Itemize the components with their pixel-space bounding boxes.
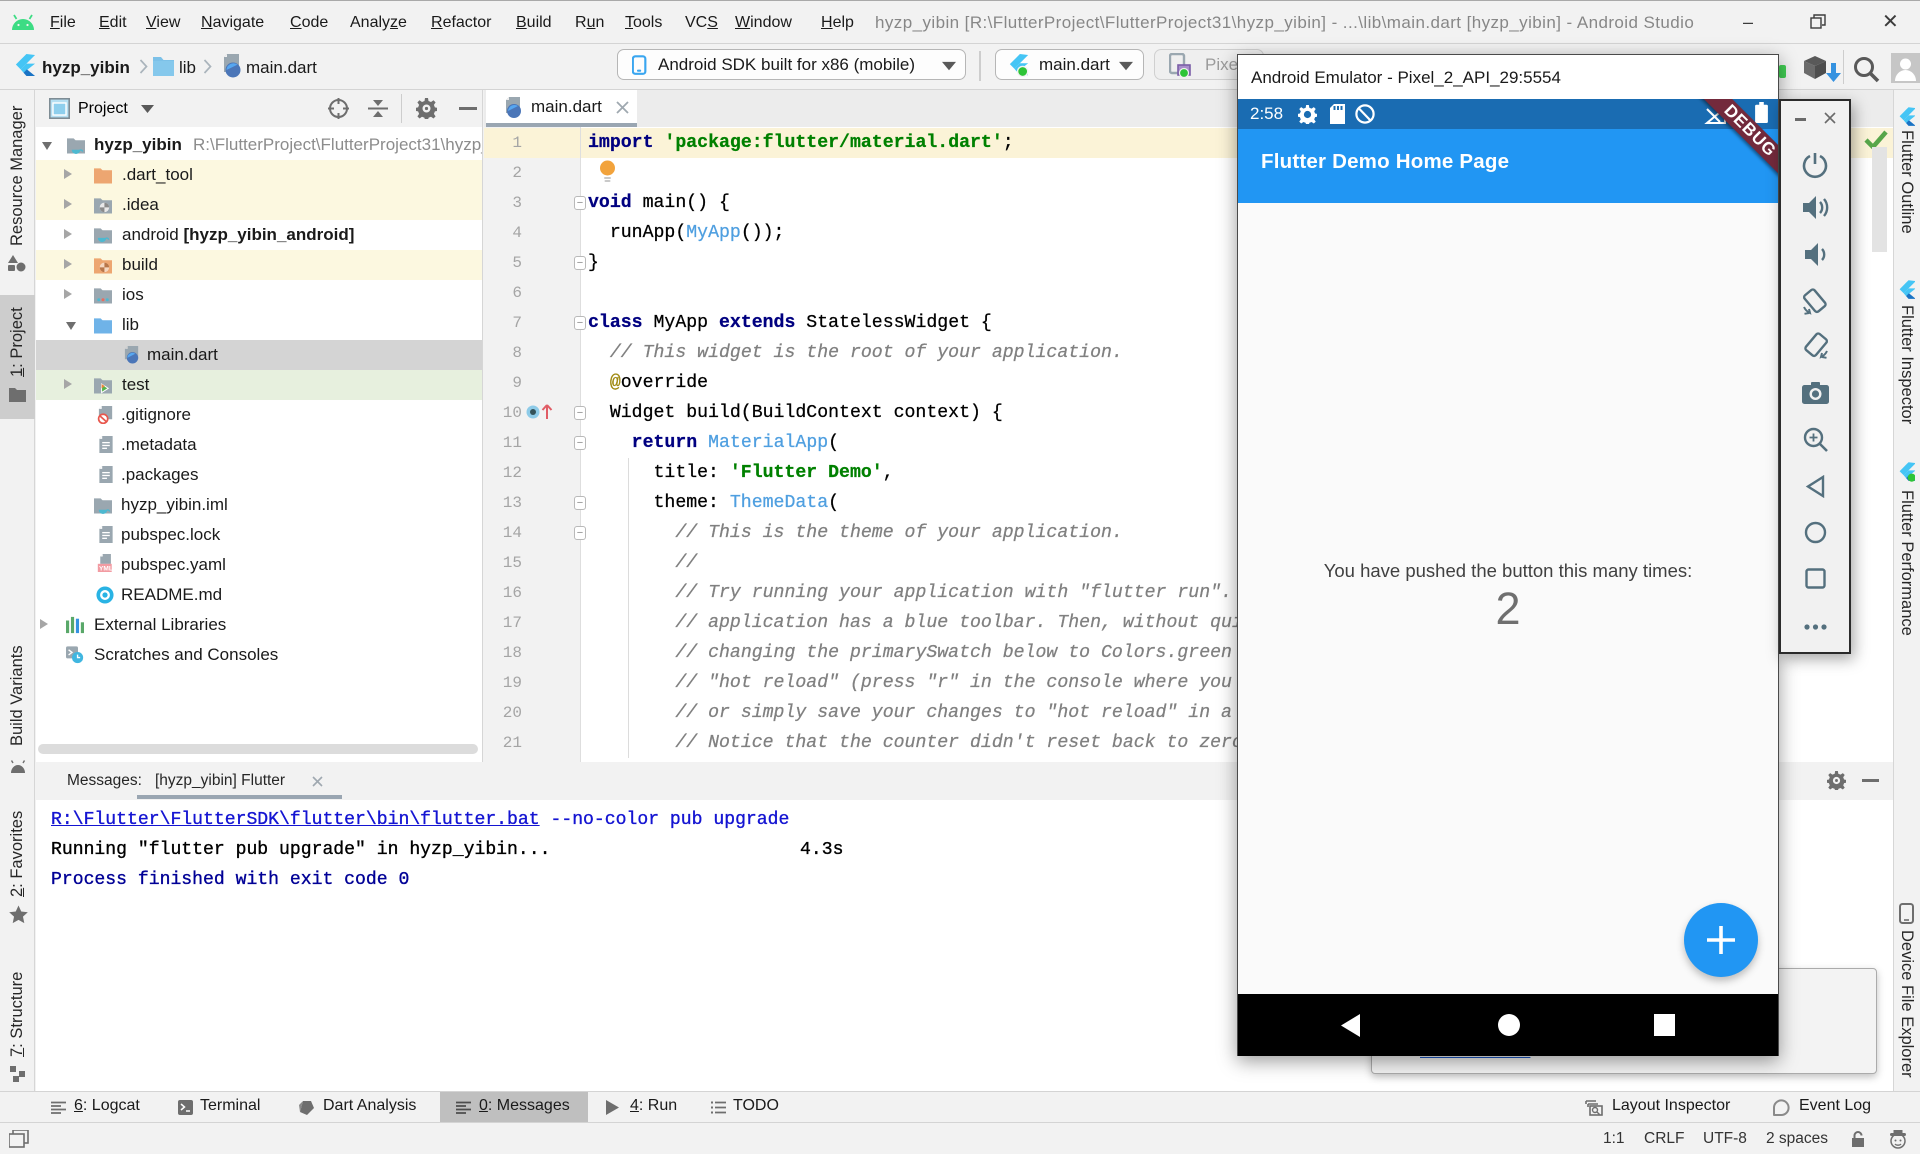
svg-text:YML: YML xyxy=(99,565,113,572)
